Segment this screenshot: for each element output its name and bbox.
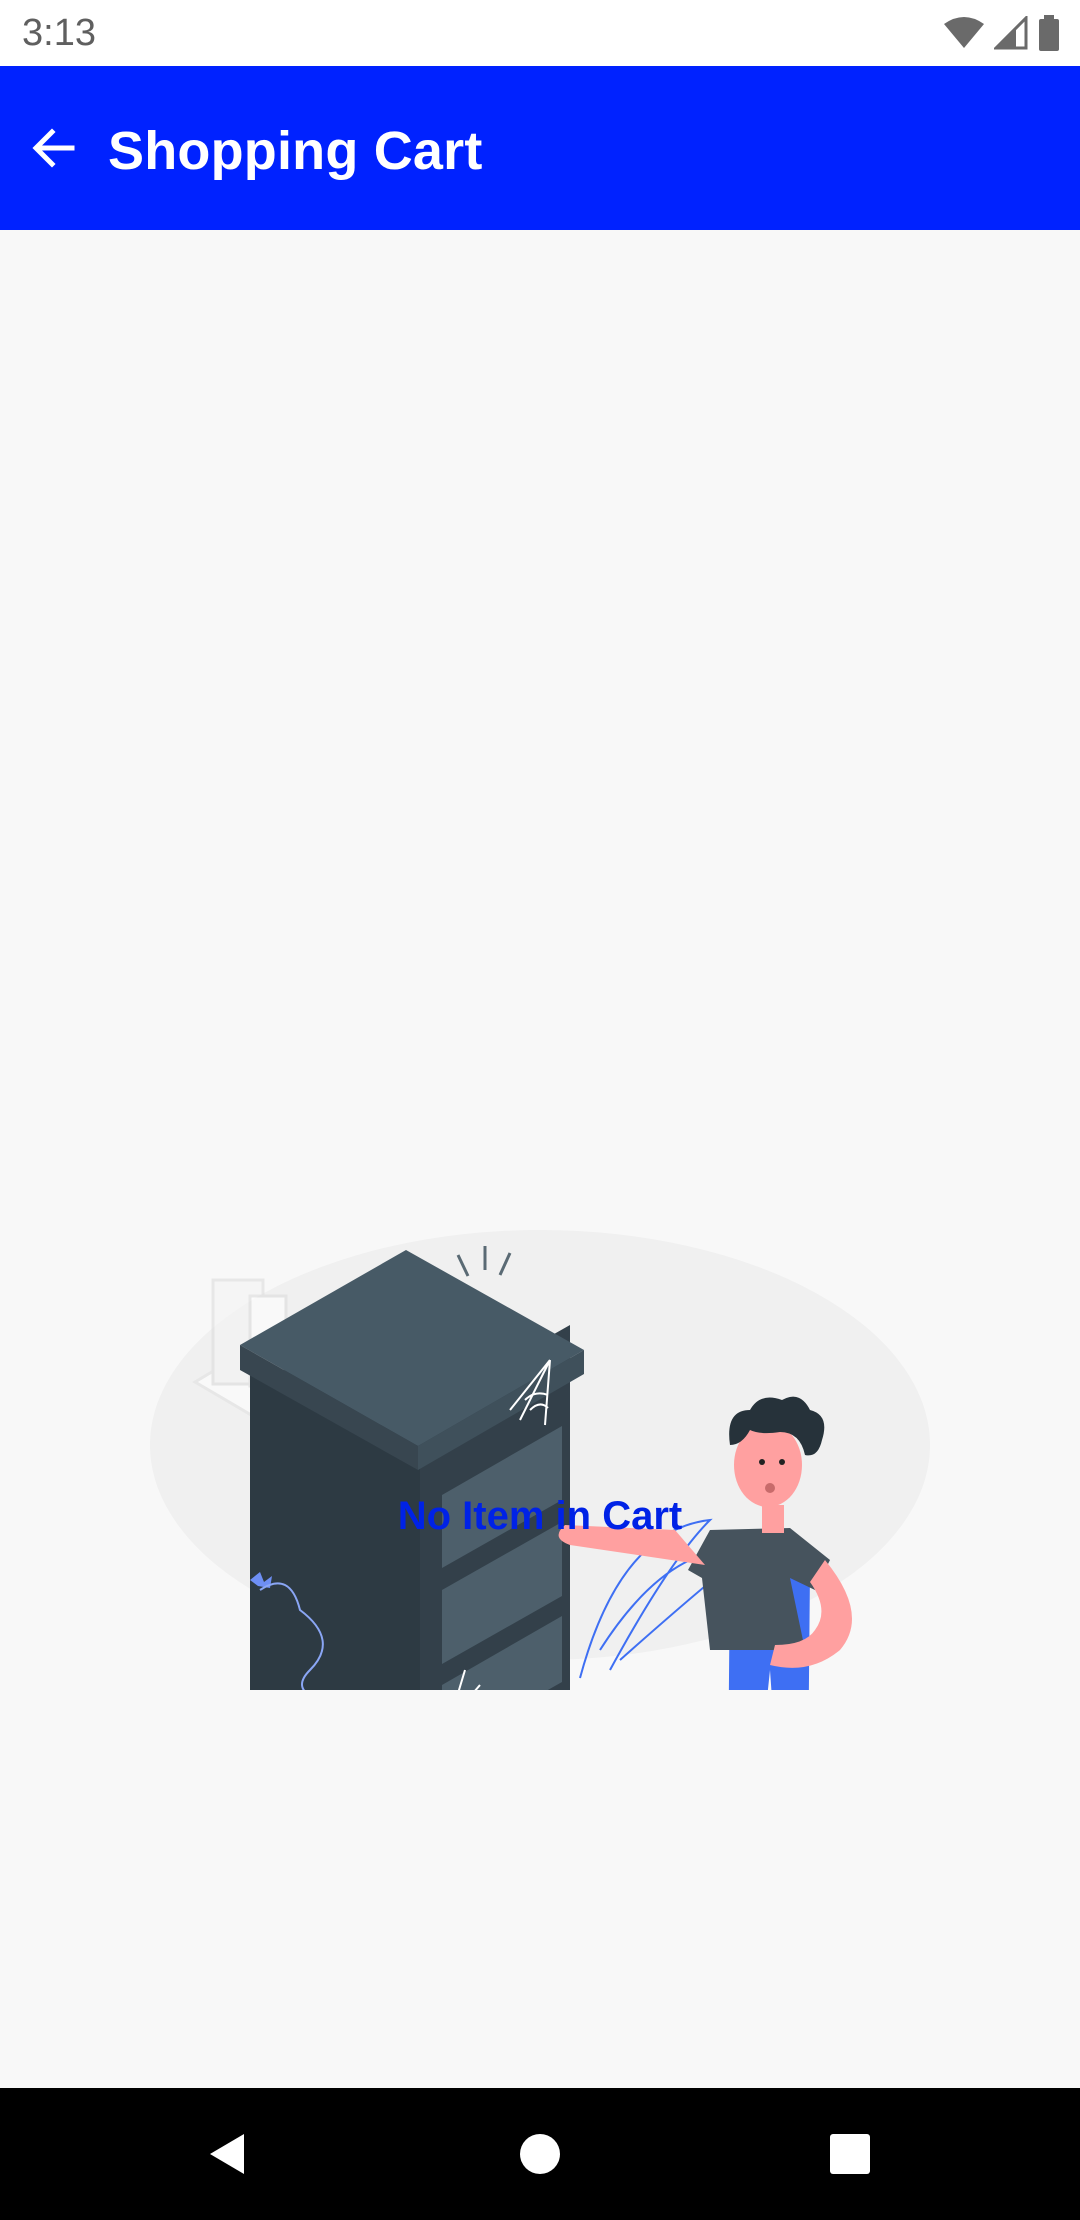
battery-icon — [1039, 15, 1059, 51]
system-nav-bar — [0, 2088, 1080, 2220]
back-button[interactable] — [18, 112, 90, 184]
status-bar: 3:13 — [0, 0, 1080, 66]
app-bar: Shopping Cart — [0, 66, 1080, 230]
recents-square-icon — [830, 2134, 870, 2174]
arrow-back-icon — [32, 128, 75, 168]
status-icons — [944, 14, 1060, 52]
wifi-icon — [944, 17, 984, 48]
home-circle-icon — [520, 2134, 560, 2174]
empty-cart-message: No Item in Cart — [397, 1494, 683, 1538]
cart-content: No Item in Cart — [0, 230, 1080, 2088]
page-title: Shopping Cart — [108, 121, 483, 181]
back-triangle-icon — [210, 2134, 244, 2174]
cell-signal-icon — [994, 16, 1028, 50]
nav-back-button[interactable] — [190, 2118, 262, 2190]
nav-home-button[interactable] — [504, 2118, 576, 2190]
empty-cart-illustration — [150, 1230, 930, 1690]
nav-recents-button[interactable] — [814, 2118, 886, 2190]
status-time: 3:13 — [22, 12, 96, 54]
